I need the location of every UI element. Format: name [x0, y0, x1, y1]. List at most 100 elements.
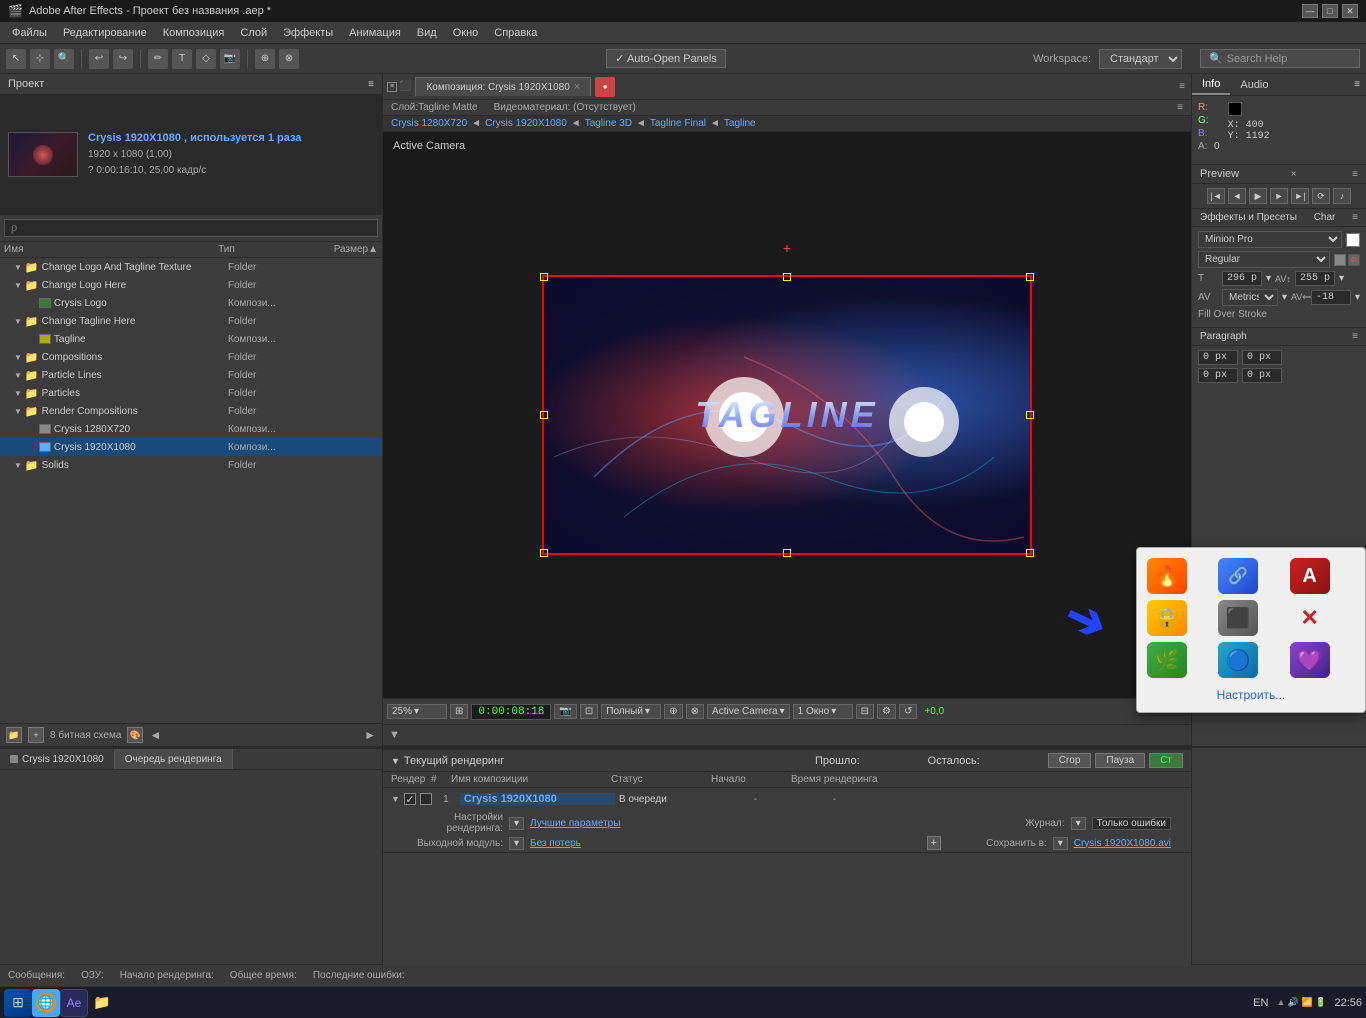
expand-item[interactable]: ▼	[391, 794, 400, 804]
preview-menu[interactable]: ≡	[1352, 169, 1358, 180]
timecode-display[interactable]: 0:00:08:18	[471, 704, 551, 720]
font-select[interactable]: Minion Pro	[1198, 231, 1342, 248]
para-input-1[interactable]	[1198, 350, 1238, 365]
comp-tab-close[interactable]: ×	[574, 81, 580, 93]
quality-dropdown[interactable]: Полный ▾	[601, 704, 661, 719]
tool-arrow[interactable]: ↖	[6, 49, 26, 69]
handle-br[interactable]	[1026, 549, 1034, 557]
tool-anchor[interactable]: ⊕	[255, 49, 275, 69]
scroll-up-arrow[interactable]: ▲	[368, 244, 378, 255]
list-item[interactable]: ▼ 📁 Particle Lines Folder	[0, 366, 382, 384]
para-input-2[interactable]	[1242, 350, 1282, 365]
render-checkbox-2[interactable]	[420, 793, 432, 805]
tool-redo[interactable]: ↪	[113, 49, 133, 69]
expand-arrow[interactable]: ▼	[14, 281, 22, 290]
breadcrumb-item-1[interactable]: Crysis 1920X1080	[485, 118, 567, 129]
list-item[interactable]: ▼ 📁 Render Compositions Folder	[0, 402, 382, 420]
tab-info[interactable]: Info	[1192, 75, 1230, 95]
popup-icon-1[interactable]: 🔗	[1218, 558, 1258, 594]
comp-canvas[interactable]: TAGLINE	[542, 275, 1032, 555]
handle-bl[interactable]	[540, 549, 548, 557]
search-help-input[interactable]: 🔍 Search Help	[1200, 49, 1360, 68]
breadcrumb-item-4[interactable]: Tagline	[724, 118, 756, 129]
project-search-input[interactable]	[4, 219, 378, 237]
layout-btn[interactable]: ⊟	[856, 704, 874, 719]
add-output-button[interactable]: +	[927, 836, 941, 850]
preview-first[interactable]: |◄	[1207, 188, 1225, 204]
tool-text[interactable]: T	[172, 49, 192, 69]
list-item[interactable]: ▼ 📁 Change Logo And Tagline Texture Fold…	[0, 258, 382, 276]
preview-close[interactable]: ×	[1291, 169, 1297, 180]
workspace-select[interactable]: Стандарт	[1099, 49, 1182, 69]
handle-tc[interactable]	[783, 273, 791, 281]
reset-btn[interactable]: ↺	[899, 704, 917, 719]
preview-loop[interactable]: ⟳	[1312, 188, 1330, 204]
para-input-3[interactable]	[1198, 368, 1238, 383]
tab-crysis-1920[interactable]: Crysis 1920X1080	[0, 748, 115, 770]
char-menu[interactable]: ≡	[1352, 212, 1358, 223]
tool-undo[interactable]: ↩	[89, 49, 109, 69]
list-item[interactable]: ▼ 📁 Compositions Folder	[0, 348, 382, 366]
crop-button[interactable]: Crop	[1048, 753, 1092, 768]
preview-prev[interactable]: ◄	[1228, 188, 1246, 204]
popup-icon-4[interactable]: ⬛	[1218, 600, 1258, 636]
taskbar-start[interactable]: ⊞	[4, 989, 32, 1017]
handle-mr[interactable]	[1026, 411, 1034, 419]
output-link[interactable]: Без потерь	[530, 838, 581, 849]
save-link[interactable]: Crysis 1920X1080.avi	[1074, 838, 1171, 849]
tracking-input[interactable]	[1295, 271, 1335, 286]
expand-arrow[interactable]: ▼	[14, 317, 22, 326]
expand-arrow[interactable]: ▼	[14, 461, 22, 470]
maximize-button[interactable]: □	[1322, 4, 1338, 18]
handle-ml[interactable]	[540, 411, 548, 419]
tool-select[interactable]: ⊹	[30, 49, 50, 69]
char-tab[interactable]: Char	[1314, 212, 1336, 223]
font-style-select[interactable]: Regular	[1198, 251, 1330, 268]
zoom-dropdown[interactable]: 25% ▾	[387, 704, 447, 719]
preview-audio[interactable]: ♪	[1333, 188, 1351, 204]
popup-icon-6[interactable]: 🌿	[1147, 642, 1187, 678]
expand-arrow[interactable]: ▼	[14, 353, 22, 362]
pause-button[interactable]: Пауза	[1095, 753, 1145, 768]
para-menu[interactable]: ≡	[1352, 331, 1358, 342]
list-item[interactable]: ▼ Crysis Logo Компози...	[0, 294, 382, 312]
menu-composition[interactable]: Композиция	[155, 25, 233, 41]
comp-record-btn[interactable]: ●	[595, 77, 615, 97]
bottom-tab-expand[interactable]: ▼	[383, 729, 406, 741]
close-button[interactable]: ✕	[1342, 4, 1358, 18]
new-comp-button[interactable]: +	[28, 727, 44, 743]
camera-icon-btn[interactable]: 📷	[554, 704, 576, 719]
scroll-right[interactable]: ►	[364, 728, 376, 742]
stroke-swatch[interactable]	[1334, 254, 1346, 266]
tool-camera[interactable]: 📷	[220, 49, 240, 69]
comp-settings-btn[interactable]: ⚙	[877, 704, 896, 719]
popup-icon-7[interactable]: 🔵	[1218, 642, 1258, 678]
taskbar-chrome[interactable]: 🌐	[32, 989, 60, 1017]
list-item[interactable]: ▼ Tagline Компози...	[0, 330, 382, 348]
motion-blur-btn[interactable]: ⊕	[664, 704, 682, 719]
journal-dropdown[interactable]: ▾	[1071, 817, 1086, 830]
menu-files[interactable]: Файлы	[4, 25, 55, 41]
menu-animation[interactable]: Анимация	[341, 25, 409, 41]
settings-link[interactable]: Лучшие параметры	[530, 818, 620, 829]
comp-panel-menu[interactable]: ≡	[1173, 81, 1191, 92]
font-color-swatch[interactable]	[1346, 233, 1360, 247]
preview-last[interactable]: ►|	[1291, 188, 1309, 204]
preview-next[interactable]: ►	[1270, 188, 1288, 204]
output-dropdown[interactable]: ▾	[509, 837, 524, 850]
view-dropdown[interactable]: 1 Окно ▾	[793, 704, 853, 719]
info-panel-menu[interactable]: ≡	[1348, 79, 1366, 90]
tool-search[interactable]: 🔍	[54, 49, 74, 69]
list-item[interactable]: ▼ Crysis 1920X1080 Компози...	[0, 438, 382, 456]
stroke-none[interactable]: ⊘	[1348, 254, 1360, 266]
expand-arrow[interactable]: ▼	[14, 407, 22, 416]
popup-icon-5[interactable]: ✕	[1290, 600, 1330, 636]
minimize-button[interactable]: —	[1302, 4, 1318, 18]
handle-tr[interactable]	[1026, 273, 1034, 281]
menu-layer[interactable]: Слой	[232, 25, 275, 41]
grid-btn[interactable]: ⊞	[450, 704, 468, 719]
popup-icon-8[interactable]: 💜	[1290, 642, 1330, 678]
handle-bc[interactable]	[783, 549, 791, 557]
color-settings-button[interactable]: 🎨	[127, 727, 143, 743]
expand-arrow[interactable]: ▼	[14, 371, 22, 380]
